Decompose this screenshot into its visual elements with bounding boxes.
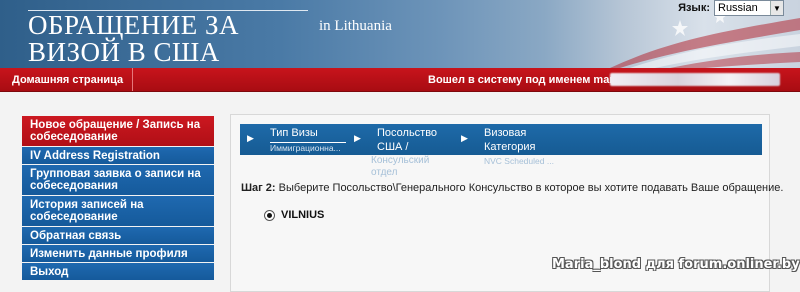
- chevron-right-icon: ▶: [354, 133, 361, 143]
- home-link[interactable]: Домашняя страница: [0, 68, 133, 91]
- instruction-body: Выберите Посольство\Генерального Консуль…: [275, 182, 784, 194]
- step-label: Визовая: [484, 127, 527, 139]
- step-sub: NVC Scheduled ...: [484, 156, 554, 166]
- instruction-text: Шаг 2: Выберите Посольство\Генерального …: [241, 182, 783, 194]
- radio-selected-dot: [267, 212, 272, 218]
- language-select[interactable]: Russian ▼: [714, 0, 784, 16]
- step-label: Посольство: [377, 127, 438, 139]
- embassy-option-label[interactable]: VILNIUS: [281, 209, 324, 221]
- logged-in-text: Вошел в систему под именем maria: [428, 73, 623, 86]
- radio-button[interactable]: [264, 209, 275, 221]
- sidebar-menu: Новое обращение / Запись на собеседовани…: [22, 116, 214, 281]
- sidebar-item-group-request[interactable]: Групповая заявка о записи на собеседован…: [22, 165, 214, 195]
- step-label-line2: Категория: [484, 141, 536, 153]
- chevron-down-icon[interactable]: ▼: [770, 1, 783, 15]
- sidebar-item-iv-address[interactable]: IV Address Registration: [22, 147, 214, 164]
- language-label: Язык:: [678, 2, 710, 14]
- header-banner: ОБРАЩЕНИЕ ЗА ВИЗОЙ В США in Lithuania Яз…: [0, 0, 800, 68]
- sidebar-item-history[interactable]: История записей на собеседование: [22, 196, 214, 226]
- top-navbar: Домашняя страница Вошел в систему под им…: [0, 68, 800, 92]
- language-switcher: Язык: Russian ▼: [678, 0, 784, 16]
- site-subtitle: in Lithuania: [319, 18, 392, 34]
- step-sub: Иммиграционна...: [270, 143, 341, 153]
- step-label: Тип Визы: [270, 126, 346, 143]
- instruction-step: Шаг 2:: [241, 182, 276, 194]
- chevron-right-icon: ▶: [461, 133, 468, 143]
- language-value: Russian: [718, 2, 758, 14]
- step-faded-text: Консульский: [371, 155, 430, 166]
- sidebar-item-feedback[interactable]: Обратная связь: [22, 227, 214, 244]
- sidebar-item-profile[interactable]: Изменить данные профиля: [22, 245, 214, 262]
- sidebar-item-logout[interactable]: Выход: [22, 263, 214, 280]
- step-faded-text: отдел: [371, 167, 398, 178]
- site-title-line1: ОБРАЩЕНИЕ ЗА: [28, 10, 240, 40]
- wizard-steps: ▶ Тип Визы Иммиграционна... ▶ Посольство…: [240, 124, 762, 166]
- embassy-option[interactable]: VILNIUS: [264, 209, 324, 221]
- chevron-right-icon: ▶: [247, 133, 254, 143]
- step-label-line2: США /: [377, 141, 409, 153]
- site-title: ОБРАЩЕНИЕ ЗА ВИЗОЙ В США: [28, 12, 239, 66]
- site-title-line2: ВИЗОЙ В США: [28, 37, 220, 67]
- watermark: Maria_blond для forum.onliner.by: [552, 257, 800, 272]
- redacted-username: [610, 73, 780, 86]
- sidebar-item-new-application[interactable]: Новое обращение / Запись на собеседовани…: [22, 116, 214, 146]
